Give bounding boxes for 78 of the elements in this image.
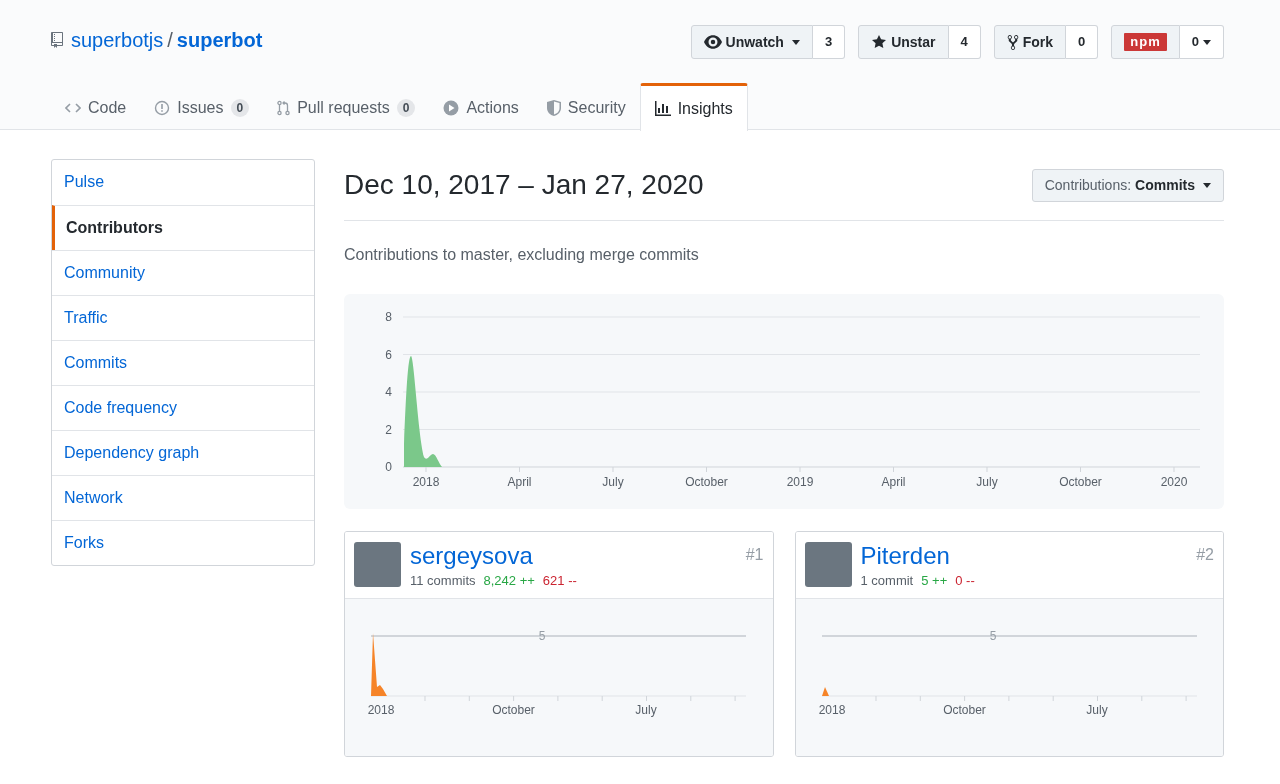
additions-count: 8,242 ++ <box>483 572 535 590</box>
sidebar-item[interactable]: Commits <box>52 340 314 385</box>
pull-request-icon <box>277 100 291 116</box>
x-axis-label: 2018 <box>412 475 440 489</box>
count-link[interactable]: 0 <box>1179 25 1224 59</box>
contributor-name-link[interactable]: Piterden <box>860 542 1197 570</box>
x-axis-label: 2018 <box>367 703 395 717</box>
count-link[interactable]: 0 <box>1066 25 1099 59</box>
x-axis-label: July <box>602 475 624 489</box>
y-axis-label: 2 <box>385 422 392 437</box>
sidebar-item[interactable]: Network <box>52 475 314 520</box>
x-axis-label: July <box>635 703 657 717</box>
deletions-count: 0 -- <box>955 572 975 590</box>
x-axis-label: 2019 <box>786 475 814 489</box>
y-axis-label: 0 <box>385 460 392 474</box>
rank-label: #1 <box>745 545 764 565</box>
tab[interactable]: Security <box>532 86 640 130</box>
sidebar-item[interactable]: Dependency graph <box>52 430 314 475</box>
path-separator: / <box>167 28 173 53</box>
sidebar-item[interactable]: Forks <box>52 520 314 565</box>
x-axis-label: October <box>685 475 728 489</box>
x-axis-label: April <box>507 475 532 489</box>
fork-button[interactable]: Fork <box>993 25 1067 59</box>
count-badge: 0 <box>396 99 416 117</box>
sidebar-item[interactable]: Pulse <box>52 160 314 205</box>
y-axis-label: 5 <box>538 629 546 643</box>
x-axis-label: 2018 <box>818 703 845 717</box>
npm-logo: npm <box>1124 33 1167 51</box>
sidebar-item[interactable]: Traffic <box>52 295 314 340</box>
watch-button[interactable]: Unwatch <box>690 25 813 59</box>
sidebar-item[interactable]: Contributors <box>52 205 314 250</box>
chart-subtitle: Contributions to master, excluding merge commits <box>344 245 700 265</box>
commits-count-link[interactable]: 11 commits <box>410 571 476 591</box>
repository-owner-link[interactable]: superbotjs <box>71 25 164 55</box>
avatar-placeholder <box>354 542 401 587</box>
count-link[interactable]: 4 <box>948 25 981 59</box>
y-axis-label: 4 <box>385 385 392 399</box>
x-axis-label: October <box>942 703 986 717</box>
y-axis-label: 8 <box>385 310 392 324</box>
contributions-dropdown[interactable]: Contributions: Commits <box>1031 168 1224 202</box>
deletions-count: 621 -- <box>542 572 577 590</box>
sidebar-item[interactable]: Code frequency <box>52 385 314 430</box>
contributor-name-link[interactable]: sergeysova <box>410 542 746 570</box>
code-icon <box>65 102 81 114</box>
repository-name-link[interactable]: superbot <box>176 25 263 55</box>
sidebar-item[interactable]: Community <box>52 250 314 295</box>
count-link[interactable]: 3 <box>812 25 846 59</box>
npm-button[interactable]: npm <box>1111 25 1180 59</box>
rank-label: #2 <box>1196 545 1214 565</box>
eye-icon <box>703 35 722 49</box>
bar-chart-icon <box>654 101 671 116</box>
avatar-placeholder <box>804 542 852 587</box>
x-axis-label: July <box>1085 703 1108 717</box>
count-badge: 0 <box>230 99 250 117</box>
repository-icon <box>51 32 63 48</box>
star-button[interactable]: Unstar <box>858 25 949 59</box>
x-axis-label: April <box>881 475 906 489</box>
shield-icon <box>546 100 561 116</box>
date-range-heading: Dec 10, 2017 – Jan 27, 2020 <box>344 168 704 202</box>
fork-icon <box>1006 33 1019 51</box>
additions-count: 5 ++ <box>921 572 948 590</box>
x-axis-label: July <box>976 475 998 489</box>
x-axis-label: October <box>492 703 535 717</box>
play-icon <box>443 100 460 116</box>
tab[interactable]: Issues 0 <box>140 86 264 130</box>
tab[interactable]: Pull requests 0 <box>263 86 430 130</box>
tab[interactable]: Actions <box>429 86 533 130</box>
tab[interactable]: Insights <box>639 83 748 131</box>
commits-count-link[interactable]: 1 commit <box>860 571 914 591</box>
x-axis-label: October <box>1059 475 1102 489</box>
y-axis-label: 5 <box>989 629 996 643</box>
caret-icon <box>1203 182 1211 188</box>
issue-icon <box>154 100 171 116</box>
commits-area <box>821 687 829 696</box>
x-axis-label: 2020 <box>1160 475 1188 489</box>
star-icon <box>871 34 888 50</box>
y-axis-label: 6 <box>385 347 392 362</box>
tab[interactable]: Code <box>51 86 141 130</box>
